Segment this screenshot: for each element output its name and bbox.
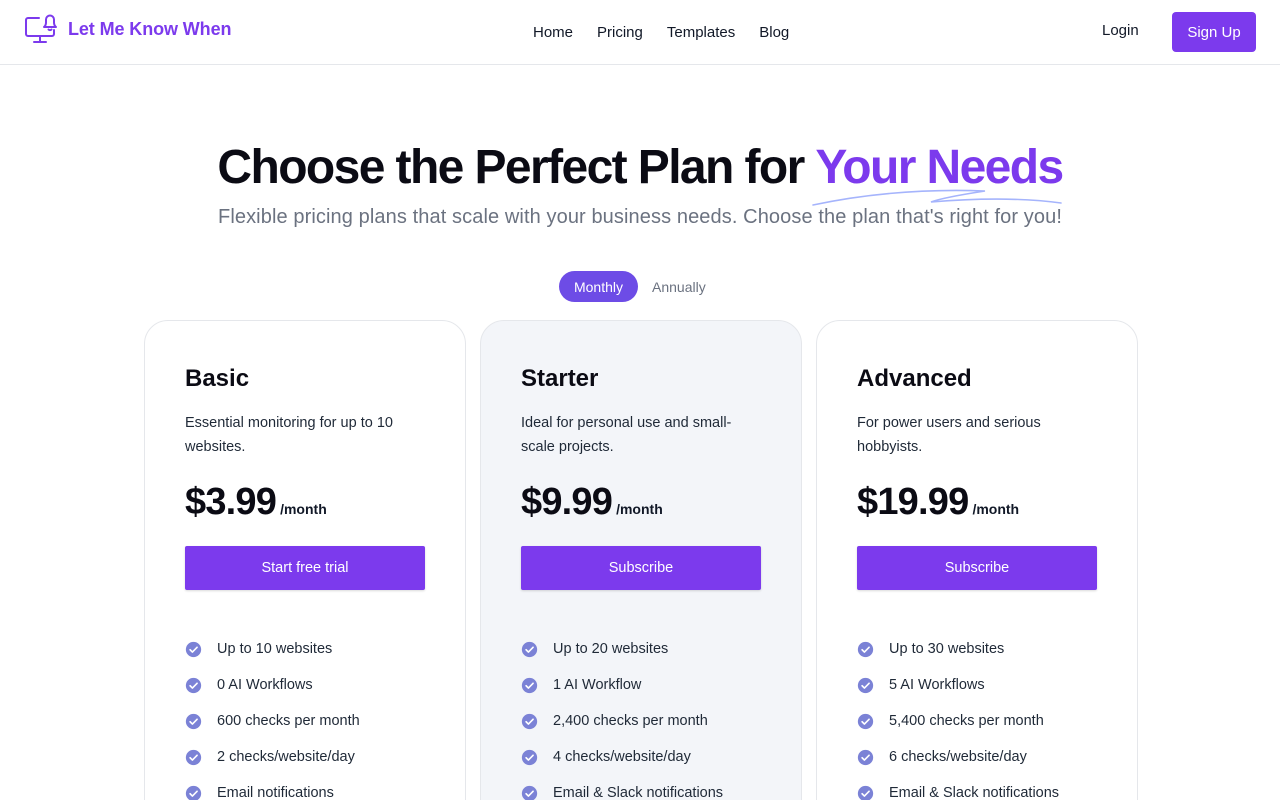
feature-text: Up to 30 websites	[889, 641, 1005, 657]
feature-text: Up to 20 websites	[553, 641, 669, 657]
plan-period: /month	[972, 501, 1020, 517]
feature-item: 0 AI Workflows	[185, 667, 360, 703]
plan-description: Ideal for personal use and small-scale p…	[521, 415, 732, 455]
nav-home[interactable]: Home	[533, 24, 573, 41]
feature-item: Up to 10 websites	[185, 631, 360, 667]
feature-item: 5,400 checks per month	[857, 703, 1059, 739]
check-circle-icon	[857, 641, 874, 657]
page-title-main: Choose the Perfect Plan for	[217, 141, 816, 194]
page-title-accent: Your Needs	[812, 140, 1064, 206]
brand-name: Let Me Know When	[68, 18, 232, 39]
check-circle-icon	[521, 785, 538, 800]
check-circle-icon	[185, 713, 202, 729]
feature-text: 5,400 checks per month	[889, 713, 1044, 729]
plan-name: Basic	[185, 365, 250, 392]
check-circle-icon	[185, 641, 202, 657]
check-circle-icon	[857, 785, 874, 800]
feature-list: Up to 30 websites 5 AI Workflows 5,400 c…	[857, 631, 1059, 800]
page-title: Choose the Perfect Plan for Your Needs	[0, 140, 1280, 206]
check-circle-icon	[521, 749, 538, 765]
check-circle-icon	[185, 677, 202, 693]
nav-blog[interactable]: Blog	[759, 24, 789, 41]
monitor-bell-icon	[25, 14, 57, 43]
plan-card-advanced: Advanced For power users and serious hob…	[816, 320, 1138, 800]
toggle-monthly[interactable]: Monthly	[559, 271, 638, 302]
plan-period: /month	[616, 501, 663, 517]
feature-text: 2 checks/website/day	[217, 749, 355, 765]
main-nav: Home Pricing Templates Blog	[533, 0, 813, 64]
plan-price: $19.99	[857, 481, 969, 523]
site-header: Let Me Know When Home Pricing Templates …	[0, 0, 1280, 65]
feature-item: Up to 30 websites	[857, 631, 1059, 667]
feature-item: Up to 20 websites	[521, 631, 723, 667]
subscribe-button[interactable]: Subscribe	[521, 546, 761, 590]
feature-text: 600 checks per month	[217, 713, 360, 729]
check-circle-icon	[185, 785, 202, 800]
feature-text: Up to 10 websites	[217, 641, 333, 657]
feature-list: Up to 10 websites 0 AI Workflows 600 che…	[185, 631, 360, 800]
plan-price-row: $3.99 /month	[185, 481, 327, 524]
plan-price: $3.99	[185, 481, 277, 523]
plan-price-row: $19.99 /month	[857, 481, 1019, 524]
feature-item: 2 checks/website/day	[185, 739, 360, 775]
feature-list: Up to 20 websites 1 AI Workflow 2,400 ch…	[521, 631, 723, 800]
feature-text: 5 AI Workflows	[889, 677, 985, 693]
plan-card-basic: Basic Essential monitoring for up to 10 …	[144, 320, 466, 800]
feature-item: Email notifications	[185, 775, 360, 800]
feature-text: 2,400 checks per month	[553, 713, 708, 729]
feature-text: 1 AI Workflow	[553, 677, 642, 693]
signup-button[interactable]: Sign Up	[1172, 12, 1256, 52]
plan-period: /month	[280, 501, 327, 517]
feature-text: Email & Slack notifications	[553, 785, 724, 800]
billing-toggle: Monthly Annually	[559, 271, 706, 302]
check-circle-icon	[521, 641, 538, 657]
page-subtitle: Flexible pricing plans that scale with y…	[218, 206, 1062, 228]
check-circle-icon	[521, 677, 538, 693]
subscribe-button[interactable]: Subscribe	[857, 546, 1097, 590]
plan-name: Starter	[521, 365, 599, 392]
check-circle-icon	[521, 713, 538, 729]
check-circle-icon	[857, 749, 874, 765]
feature-item: Email & Slack notifications	[521, 775, 723, 800]
nav-pricing[interactable]: Pricing	[597, 24, 643, 41]
feature-item: 6 checks/website/day	[857, 739, 1059, 775]
plan-price-row: $9.99 /month	[521, 481, 663, 524]
logo-link[interactable]: Let Me Know When	[24, 12, 231, 46]
feature-item: 2,400 checks per month	[521, 703, 723, 739]
nav-templates[interactable]: Templates	[667, 24, 735, 41]
feature-item: 1 AI Workflow	[521, 667, 723, 703]
plan-description: For power users and serious hobbyists.	[857, 415, 1041, 455]
feature-item: 600 checks per month	[185, 703, 360, 739]
feature-item: 5 AI Workflows	[857, 667, 1059, 703]
plan-name: Advanced	[857, 365, 972, 392]
feature-item: 4 checks/website/day	[521, 739, 723, 775]
check-circle-icon	[857, 713, 874, 729]
feature-text: 4 checks/website/day	[553, 749, 691, 765]
feature-text: Email & Slack notifications	[889, 785, 1060, 800]
plan-card-starter: Starter Ideal for personal use and small…	[480, 320, 802, 800]
check-circle-icon	[857, 677, 874, 693]
feature-item: Email & Slack notifications	[857, 775, 1059, 800]
start-free-trial-button[interactable]: Start free trial	[185, 546, 425, 590]
feature-text: 0 AI Workflows	[217, 677, 313, 693]
plan-price: $9.99	[521, 481, 613, 523]
plan-description: Essential monitoring for up to 10 websit…	[185, 415, 393, 455]
feature-text: 6 checks/website/day	[889, 749, 1027, 765]
toggle-annually[interactable]: Annually	[652, 279, 706, 295]
feature-text: Email notifications	[217, 785, 334, 800]
login-link[interactable]: Login	[1102, 22, 1139, 39]
check-circle-icon	[185, 749, 202, 765]
